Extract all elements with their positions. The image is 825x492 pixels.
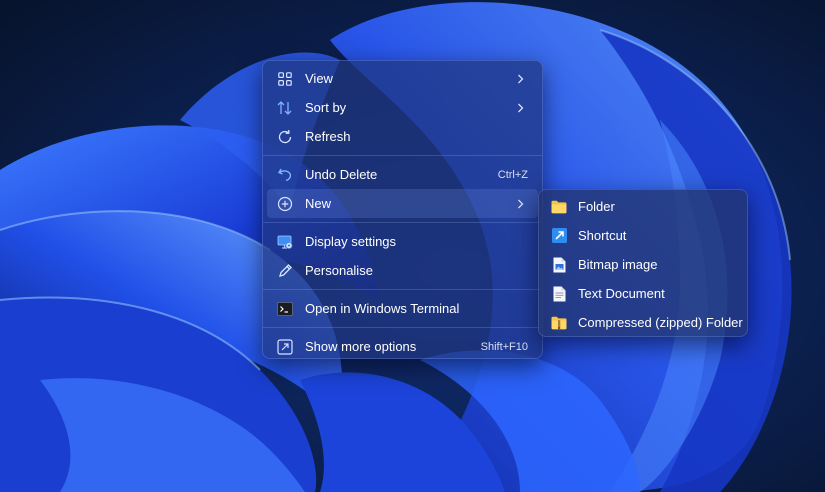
new-submenu: Folder Shortcut Bitmap image Text Docume… [538,189,748,337]
shortcut-icon [551,228,567,244]
menu-item-label: New [305,196,332,211]
chevron-right-icon [514,103,526,113]
submenu-item-label: Text Document [578,286,665,301]
undo-icon [277,167,293,183]
zip-folder-icon [551,315,567,331]
submenu-item-label: Shortcut [578,228,627,243]
menu-item-label: View [305,71,333,86]
menu-item-display-settings[interactable]: Display settings [267,227,538,256]
display-settings-icon [277,234,293,250]
menu-item-show-more-options[interactable]: Show more options Shift+F10 [267,332,538,361]
chevron-right-icon [514,74,526,84]
submenu-item-text-document[interactable]: Text Document [543,279,743,308]
menu-item-open-terminal[interactable]: Open in Windows Terminal [267,294,538,323]
menu-item-label: Undo Delete [305,167,378,182]
menu-item-label: Sort by [305,100,347,115]
submenu-item-compressed-folder[interactable]: Compressed (zipped) Folder [543,308,743,337]
menu-item-sort-by[interactable]: Sort by [267,93,538,122]
plus-circle-icon [277,196,293,212]
menu-item-label: Open in Windows Terminal [305,301,460,316]
submenu-item-label: Compressed (zipped) Folder [578,315,743,330]
submenu-item-folder[interactable]: Folder [543,192,743,221]
sort-arrows-icon [277,100,293,116]
bitmap-file-icon [551,257,567,273]
submenu-item-bitmap-image[interactable]: Bitmap image [543,250,743,279]
menu-item-view[interactable]: View [267,64,538,93]
folder-icon [551,199,567,215]
menu-item-personalise[interactable]: Personalise [267,256,538,285]
menu-item-label: Refresh [305,129,351,144]
submenu-item-shortcut[interactable]: Shortcut [543,221,743,250]
menu-item-new[interactable]: New [267,189,538,218]
terminal-icon [277,301,293,317]
menu-item-label: Show more options [305,339,417,354]
menu-item-refresh[interactable]: Refresh [267,122,538,151]
grid-icon [277,71,293,87]
keyboard-shortcut: Shift+F10 [480,340,528,353]
submenu-item-label: Folder [578,199,615,214]
text-file-icon [551,286,567,302]
menu-separator [263,289,542,290]
refresh-icon [277,129,293,145]
menu-item-undo-delete[interactable]: Undo Delete Ctrl+Z [267,160,538,189]
desktop-context-menu: View Sort by Refresh Undo Delete Ctrl+Z … [262,60,543,359]
submenu-item-label: Bitmap image [578,257,658,272]
pen-icon [277,263,293,279]
menu-separator [263,222,542,223]
menu-item-label: Personalise [305,263,373,278]
keyboard-shortcut: Ctrl+Z [497,168,528,181]
more-options-icon [277,338,293,355]
menu-separator [263,155,542,156]
chevron-right-icon [514,199,526,209]
menu-item-label: Display settings [305,234,397,249]
menu-separator [263,327,542,328]
